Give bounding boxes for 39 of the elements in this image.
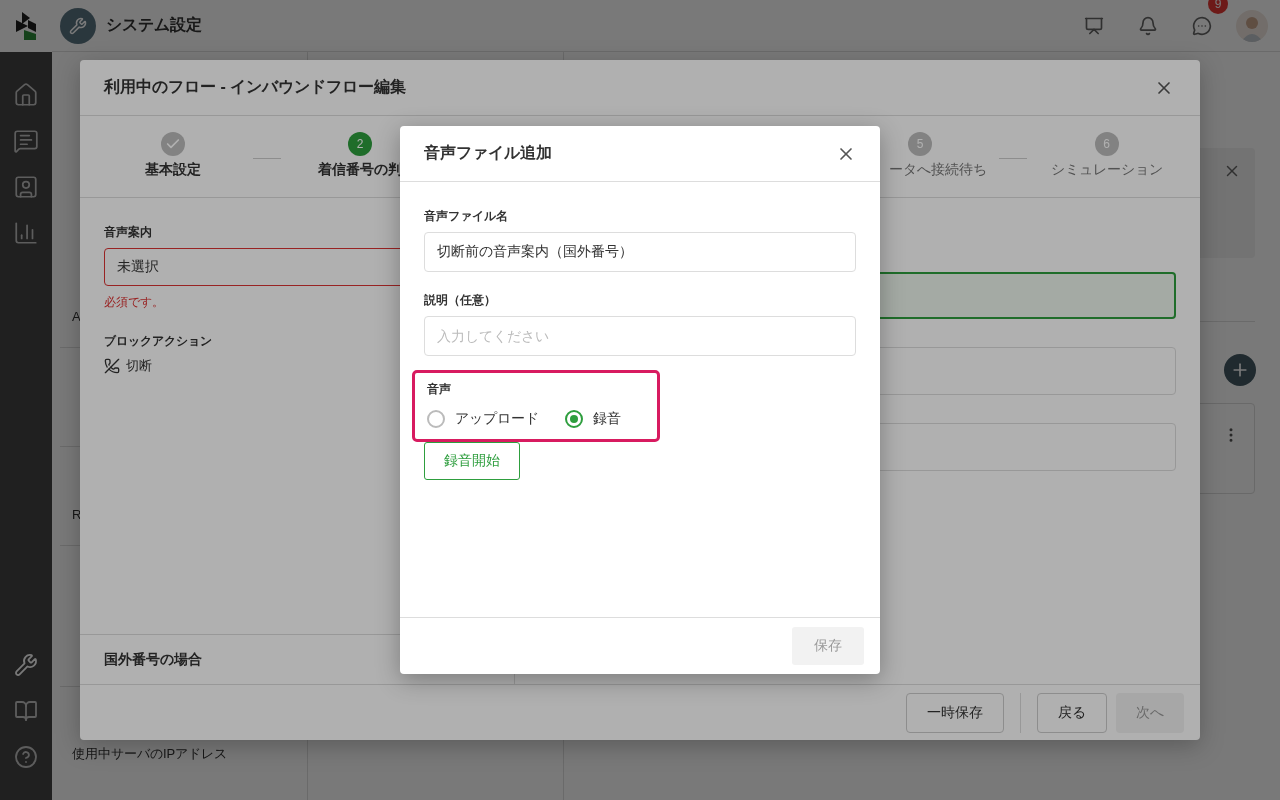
text-input[interactable]: 入力してください bbox=[424, 316, 856, 356]
wrench-icon bbox=[60, 7, 96, 44]
radio-icon[interactable] bbox=[565, 410, 583, 428]
page-title: システム設定 bbox=[106, 15, 203, 35]
phone-off-icon bbox=[104, 358, 120, 374]
dialog-title: 音声ファイル追加 bbox=[424, 143, 552, 163]
radio-option[interactable]: 録音 bbox=[565, 405, 621, 433]
field-label: ブロックアクション bbox=[104, 333, 212, 350]
presentation-icon[interactable] bbox=[1084, 15, 1104, 36]
bar-chart-icon[interactable] bbox=[13, 220, 39, 246]
notification-badge: 9 bbox=[1208, 0, 1228, 14]
text-input[interactable]: 切断前の音声案内（国外番号） bbox=[424, 232, 856, 272]
field-label: 説明（任意） bbox=[424, 292, 496, 309]
modal-title: 利用中のフロー - インバウンドフロー編集 bbox=[104, 77, 407, 97]
bell-icon[interactable] bbox=[1138, 15, 1158, 36]
radio-option[interactable]: アップロード bbox=[427, 405, 539, 433]
field-label: 音声案内 bbox=[104, 224, 152, 241]
footer-button[interactable]: 戻る bbox=[1037, 692, 1107, 733]
footer-button[interactable]: 一時保存 bbox=[906, 692, 1004, 733]
contact-card-icon[interactable] bbox=[13, 174, 39, 200]
step-label: ータへ接続待ち bbox=[889, 161, 987, 179]
block-action-value: 切断 bbox=[126, 357, 152, 375]
book-icon[interactable] bbox=[14, 699, 38, 723]
message-list-icon[interactable] bbox=[13, 128, 39, 154]
home-icon[interactable] bbox=[13, 82, 39, 108]
chat-icon[interactable] bbox=[1192, 15, 1212, 36]
radio-icon[interactable] bbox=[427, 410, 445, 428]
logo bbox=[16, 12, 36, 40]
step-label: シミュレーション bbox=[1050, 161, 1163, 179]
error-message: 必須です。 bbox=[104, 294, 164, 311]
help-icon[interactable] bbox=[14, 745, 38, 769]
step-label: 基本設定 bbox=[145, 161, 202, 179]
avatar[interactable] bbox=[1236, 9, 1268, 42]
record-button[interactable]: 録音開始 bbox=[424, 442, 520, 480]
wrench-icon[interactable] bbox=[14, 653, 38, 677]
add-button[interactable] bbox=[1224, 354, 1256, 386]
field-label: 音声 bbox=[427, 381, 451, 398]
field-label: 音声ファイル名 bbox=[424, 208, 508, 225]
step-number: 2 bbox=[348, 132, 372, 156]
